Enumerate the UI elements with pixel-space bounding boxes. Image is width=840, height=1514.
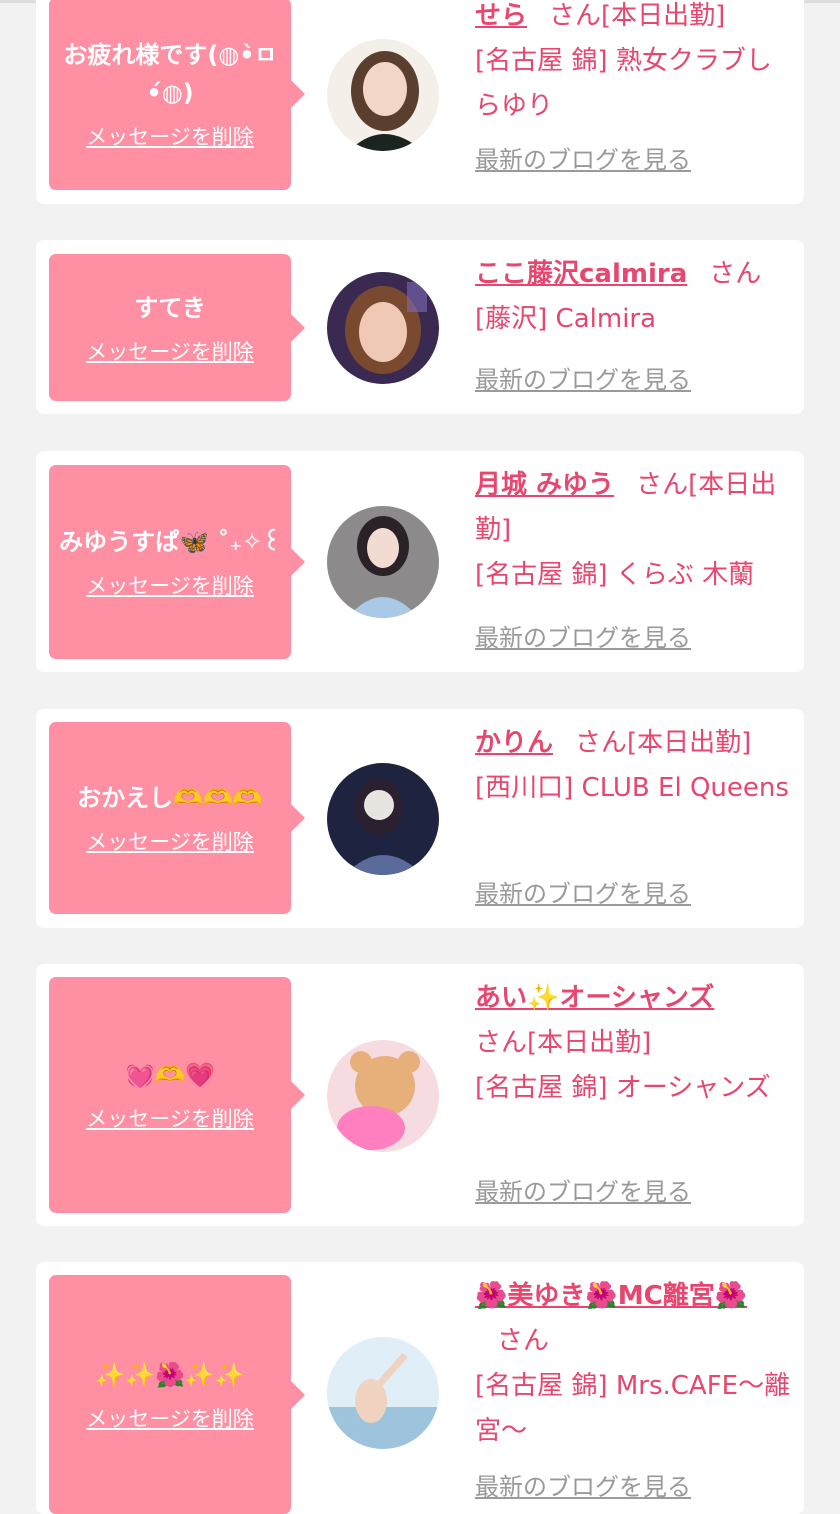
cast-info: あい✨オーシャンズ さん[本日出勤] [名古屋 錦] オーシャンズ bbox=[475, 976, 793, 1111]
shop-label: [名古屋 錦] くらぶ 木蘭 bbox=[475, 560, 755, 590]
cast-info: 月城 みゆう さん[本日出勤] [名古屋 錦] くらぶ 木蘭 bbox=[475, 463, 793, 598]
delete-message-link[interactable]: メッセージを削除 bbox=[86, 1404, 254, 1434]
cast-name-link[interactable]: 月城 みゆう bbox=[475, 470, 614, 500]
message-text: 💓🫶💗 bbox=[125, 1061, 215, 1089]
delete-message-link[interactable]: メッセージを削除 bbox=[86, 337, 254, 367]
cast-name-link[interactable]: かりん bbox=[475, 728, 553, 758]
cast-name-link[interactable]: せら bbox=[475, 1, 527, 31]
cast-status: さん[本日出勤] bbox=[475, 1028, 652, 1058]
cast-name-link[interactable]: 🌺美ゆき🌺MC離宮🌺 bbox=[475, 1281, 747, 1311]
message-card: お疲れ様です(◍•̀ㅁ•́◍) メッセージを削除 せら さん[本日出勤] [名古屋… bbox=[36, 0, 804, 204]
message-bubble: 💓🫶💗 メッセージを削除 bbox=[49, 977, 305, 1213]
shop-label: [名古屋 錦] 熟女クラブしらゆり bbox=[475, 46, 772, 121]
latest-blog-link[interactable]: 最新のブログを見る bbox=[475, 621, 691, 655]
message-bubble: おかえし🫶🫶🫶 メッセージを削除 bbox=[49, 722, 305, 914]
cast-status: さん bbox=[709, 259, 762, 289]
latest-blog-link[interactable]: 最新のブログを見る bbox=[475, 143, 691, 177]
delete-message-link[interactable]: メッセージを削除 bbox=[86, 571, 254, 601]
avatar[interactable] bbox=[327, 763, 439, 875]
avatar[interactable] bbox=[327, 506, 439, 618]
message-bubble: すてき メッセージを削除 bbox=[49, 254, 305, 401]
message-text: おかえし🫶🫶🫶 bbox=[77, 784, 263, 812]
message-text: すてき bbox=[134, 293, 206, 322]
cast-status: さん bbox=[497, 1326, 550, 1356]
avatar[interactable] bbox=[327, 39, 439, 151]
shop-label: [名古屋 錦] オーシャンズ bbox=[475, 1073, 771, 1103]
cast-name-link[interactable]: あい✨オーシャンズ bbox=[475, 983, 714, 1013]
message-text: お疲れ様です(◍•̀ㅁ•́◍) bbox=[63, 41, 277, 107]
cast-info: せら さん[本日出勤] [名古屋 錦] 熟女クラブしらゆり bbox=[475, 0, 793, 129]
latest-blog-link[interactable]: 最新のブログを見る bbox=[475, 1175, 691, 1209]
avatar[interactable] bbox=[327, 1040, 439, 1152]
delete-message-link[interactable]: メッセージを削除 bbox=[86, 1104, 254, 1134]
shop-label: [名古屋 錦] Mrs.CAFE〜離宮〜 bbox=[475, 1371, 791, 1446]
delete-message-link[interactable]: メッセージを削除 bbox=[86, 122, 254, 152]
shop-label: [西川口] CLUB El Queens bbox=[475, 773, 789, 803]
avatar[interactable] bbox=[327, 272, 439, 384]
latest-blog-link[interactable]: 最新のブログを見る bbox=[475, 1470, 691, 1504]
cast-info: ここ藤沢calmira さん [藤沢] Calmira bbox=[475, 252, 793, 342]
shop-label: [藤沢] Calmira bbox=[475, 304, 657, 334]
cast-info: 🌺美ゆき🌺MC離宮🌺 さん [名古屋 錦] Mrs.CAFE〜離宮〜 bbox=[475, 1274, 793, 1454]
latest-blog-link[interactable]: 最新のブログを見る bbox=[475, 877, 691, 911]
message-bubble: ✨✨🌺✨✨ メッセージを削除 bbox=[49, 1275, 305, 1514]
message-bubble: みゆうすぱ🦋 ˚₊✧꒰ メッセージを削除 bbox=[49, 465, 305, 659]
cast-info: かりん さん[本日出勤] [西川口] CLUB El Queens bbox=[475, 721, 793, 811]
message-card: すてき メッセージを削除 ここ藤沢calmira さん [藤沢] Calmira … bbox=[36, 240, 804, 414]
message-card: おかえし🫶🫶🫶 メッセージを削除 かりん さん[本日出勤] [西川口] CLUB … bbox=[36, 709, 804, 928]
message-text: ✨✨🌺✨✨ bbox=[95, 1360, 245, 1389]
avatar[interactable] bbox=[327, 1337, 439, 1449]
cast-name-link[interactable]: ここ藤沢calmira bbox=[475, 259, 687, 289]
latest-blog-link[interactable]: 最新のブログを見る bbox=[475, 363, 691, 397]
message-card: 💓🫶💗 メッセージを削除 あい✨オーシャンズ さん[本日出勤] [名古屋 錦] オ… bbox=[36, 964, 804, 1226]
message-card: みゆうすぱ🦋 ˚₊✧꒰ メッセージを削除 月城 みゆう さん[本日出勤] [名古屋… bbox=[36, 451, 804, 672]
delete-message-link[interactable]: メッセージを削除 bbox=[86, 827, 254, 857]
message-card: ✨✨🌺✨✨ メッセージを削除 🌺美ゆき🌺MC離宮🌺 さん [名古屋 錦] Mrs.… bbox=[36, 1262, 804, 1514]
cast-status: さん[本日出勤] bbox=[549, 1, 726, 31]
message-text: みゆうすぱ🦋 ˚₊✧꒰ bbox=[59, 528, 281, 556]
cast-status: さん[本日出勤] bbox=[575, 728, 752, 758]
message-bubble: お疲れ様です(◍•̀ㅁ•́◍) メッセージを削除 bbox=[49, 0, 305, 190]
